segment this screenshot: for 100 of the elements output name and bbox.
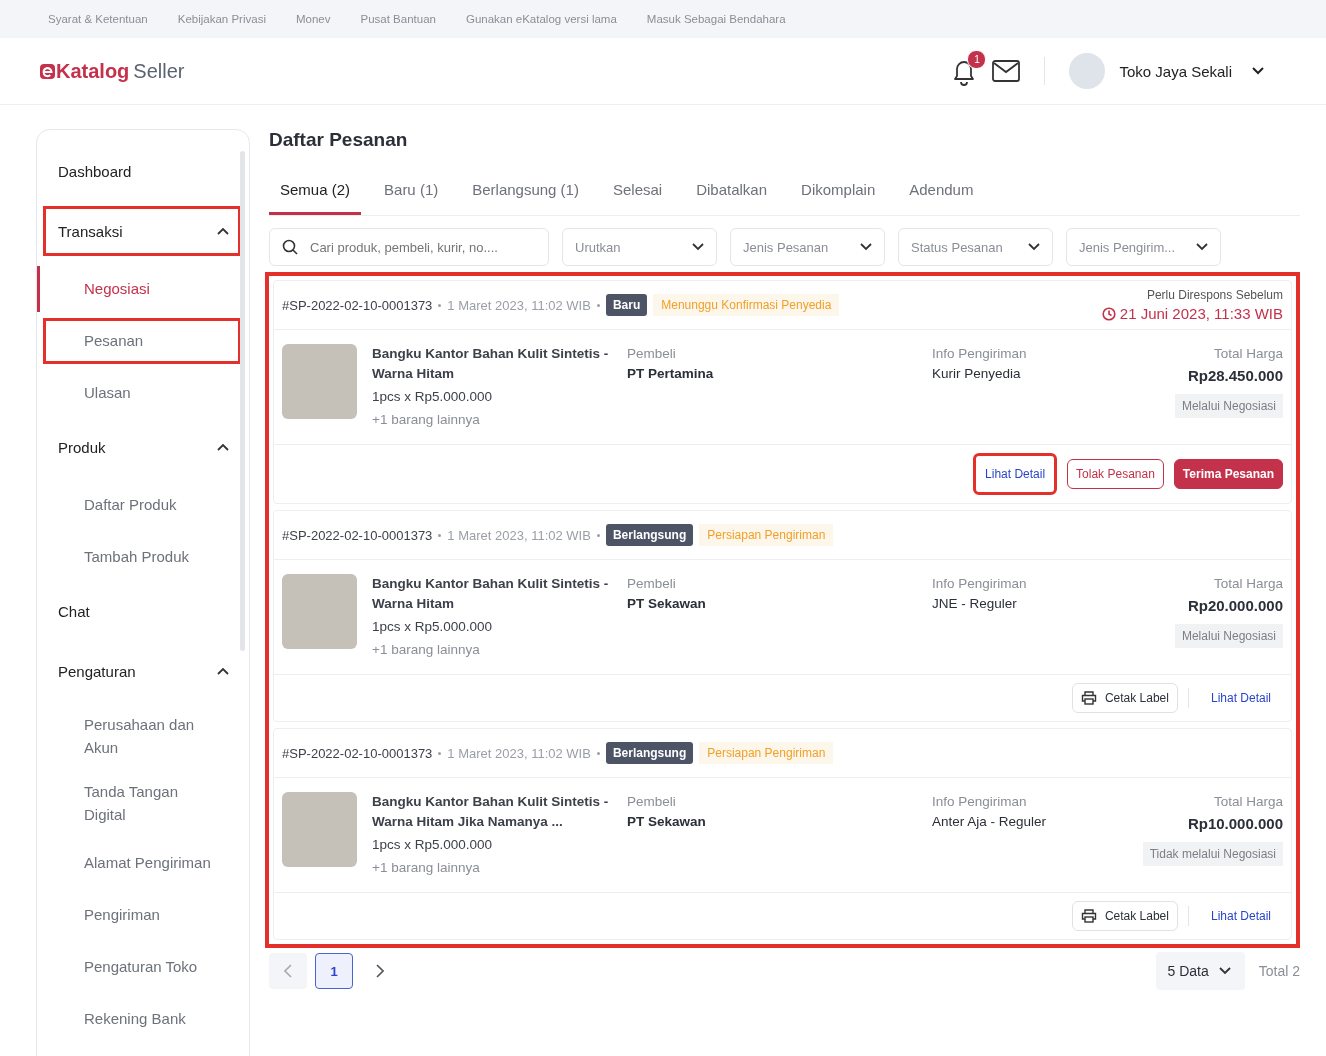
buyer-name: PT Sekawan xyxy=(627,595,707,613)
product-name[interactable]: Bangku Kantor Bahan Kulit Sintetis - Warna Hitam xyxy=(372,574,627,614)
shipping-label: Info Pengiriman xyxy=(932,793,1028,811)
order-id: #SP-2022-02-10-0001373 xyxy=(282,297,433,313)
order-date: 1 Maret 2023, 11:02 WIB xyxy=(447,527,591,543)
shipping-info: Anter Aja - Reguler xyxy=(932,813,1048,831)
user-name[interactable]: Toko Jaya Sekali xyxy=(1119,62,1232,80)
sidebar-section[interactable]: Chat xyxy=(43,586,241,636)
status-badge: Berlangsung xyxy=(605,524,694,546)
tab[interactable]: Adendum xyxy=(898,171,985,215)
buyer-label: Pembeli xyxy=(627,793,677,811)
page-button[interactable]: 1 xyxy=(315,953,353,989)
filter-dropdown[interactable]: Status Pesanan xyxy=(898,228,1053,266)
tab[interactable]: Semua (2) xyxy=(269,171,362,215)
top-link[interactable]: Pusat Bantuan xyxy=(360,13,436,25)
sidebar-item[interactable]: Rekening Bank xyxy=(43,996,241,1042)
total-label: Total Harga xyxy=(1213,793,1283,811)
top-link[interactable]: Monev xyxy=(295,13,331,25)
product-quantity: 1pcs x Rp5.000.000 xyxy=(372,618,494,636)
substatus-badge: Menunggu Konfirmasi Penyedia xyxy=(653,294,840,316)
negotiation-tag: Tidak melalui Negosiasi xyxy=(1142,842,1283,866)
print-label-button[interactable]: Cetak Label xyxy=(1071,683,1178,713)
sidebar-item[interactable]: Pengiriman xyxy=(43,892,241,938)
search-field[interactable]: Cari produk, pembeli, kurir, no.... xyxy=(269,228,549,266)
sidebar-section[interactable]: Dashboard xyxy=(43,146,241,196)
order-date: 1 Maret 2023, 11:02 WIB xyxy=(447,297,591,313)
separator-dot xyxy=(596,303,600,307)
order-id: #SP-2022-02-10-0001373 xyxy=(282,527,433,543)
sidebar-item[interactable]: Perusahaan dan Akun xyxy=(43,706,241,767)
order-date: 1 Maret 2023, 11:02 WIB xyxy=(447,745,591,761)
clock-icon xyxy=(1101,306,1116,321)
buyer-name: PT Pertamina xyxy=(627,365,715,383)
chevron-down-icon[interactable] xyxy=(1252,67,1264,75)
sidebar-item[interactable]: Pengaturan Toko xyxy=(43,944,241,990)
buyer-label: Pembeli xyxy=(627,575,677,593)
tab[interactable]: Dikomplain xyxy=(790,171,887,215)
top-link[interactable]: Kebijakan Privasi xyxy=(177,13,266,25)
separator-dot xyxy=(596,533,600,537)
shipping-info: JNE - Reguler xyxy=(932,595,1018,613)
sidebar-item[interactable]: Alamat Pengiriman xyxy=(43,840,241,886)
sidebar-section[interactable]: Produk xyxy=(43,422,241,472)
chevron-down-icon xyxy=(860,243,872,251)
product-quantity: 1pcs x Rp5.000.000 xyxy=(372,388,494,406)
total-label: Total Harga xyxy=(1213,345,1283,363)
shipping-label: Info Pengiriman xyxy=(932,575,1028,593)
total-count: Total 2 xyxy=(1258,963,1300,979)
top-link[interactable]: Gunakan eKatalog versi lama xyxy=(465,13,617,25)
sidebar-section[interactable]: Transaksi xyxy=(43,206,241,256)
negotiation-tag: Melalui Negosiasi xyxy=(1174,394,1283,418)
deadline-label: Perlu Direspons Sebelum xyxy=(1146,288,1283,302)
more-items: +1 barang lainnya xyxy=(372,411,481,429)
negotiation-tag: Melalui Negosiasi xyxy=(1174,624,1283,648)
product-name[interactable]: Bangku Kantor Bahan Kulit Sintetis - Warna Hitam Jika Namanya ... xyxy=(372,792,627,832)
separator-dot xyxy=(438,303,442,307)
sidebar-section[interactable]: Pengaturan xyxy=(43,646,241,696)
sidebar-item[interactable]: Ulasan xyxy=(43,370,241,416)
shipping-info: Kurir Penyedia xyxy=(932,365,1022,383)
total-price: Rp10.000.000 xyxy=(1187,814,1283,834)
tab[interactable]: Berlangsung (1) xyxy=(461,171,590,215)
separator-dot xyxy=(438,751,442,755)
filter-dropdown[interactable]: Jenis Pengirim... xyxy=(1066,228,1221,266)
sidebar-item[interactable]: Tambah Produk xyxy=(43,534,241,580)
substatus-badge: Persiapan Pengiriman xyxy=(699,524,834,546)
logo-brand: Katalog xyxy=(56,59,130,83)
tab[interactable]: Dibatalkan xyxy=(685,171,779,215)
order-id: #SP-2022-02-10-0001373 xyxy=(282,745,433,761)
product-quantity: 1pcs x Rp5.000.000 xyxy=(372,836,494,854)
printer-icon xyxy=(1080,691,1097,705)
status-badge: Baru xyxy=(605,294,648,316)
print-label-button[interactable]: Cetak Label xyxy=(1071,901,1178,931)
tab[interactable]: Selesai xyxy=(601,171,674,215)
page-size-dropdown[interactable]: 5 Data xyxy=(1155,952,1245,990)
chevron-right-icon xyxy=(376,964,384,978)
logo-e-icon xyxy=(40,63,55,79)
chevron-down-icon xyxy=(1196,243,1208,251)
deadline-time: 21 Juni 2023, 11:33 WIB xyxy=(1119,305,1283,322)
mail-icon[interactable] xyxy=(992,60,1021,82)
chevron-down-icon xyxy=(1218,967,1231,975)
filter-dropdown[interactable]: Jenis Pesanan xyxy=(730,228,885,266)
total-price: Rp28.450.000 xyxy=(1187,366,1283,386)
tab[interactable]: Baru (1) xyxy=(373,171,450,215)
accept-button[interactable]: Terima Pesanan xyxy=(1173,459,1283,489)
sidebar-item[interactable]: Pesanan xyxy=(43,318,241,364)
notification-badge: 1 xyxy=(967,50,987,69)
reject-button[interactable]: Tolak Pesanan xyxy=(1067,459,1164,489)
total-label: Total Harga xyxy=(1213,575,1283,593)
product-name[interactable]: Bangku Kantor Bahan Kulit Sintetis - Warna Hitam xyxy=(372,344,627,384)
detail-link[interactable]: Lihat Detail xyxy=(973,453,1058,495)
more-items: +1 barang lainnya xyxy=(372,859,481,877)
sidebar-item[interactable]: Tanda Tangan Digital xyxy=(43,773,241,834)
shipping-label: Info Pengiriman xyxy=(932,345,1028,363)
logo-suffix: Seller xyxy=(133,59,185,83)
chevron-down-icon xyxy=(692,243,704,251)
top-link[interactable]: Syarat & Ketentuan xyxy=(48,13,148,25)
sidebar-item[interactable]: Daftar Produk xyxy=(43,482,241,528)
search-icon xyxy=(282,239,298,255)
buyer-name: PT Sekawan xyxy=(627,813,707,831)
top-link[interactable]: Masuk Sebagai Bendahara xyxy=(646,13,786,25)
page-title: Daftar Pesanan xyxy=(269,129,409,151)
filter-dropdown[interactable]: Urutkan xyxy=(562,228,717,266)
